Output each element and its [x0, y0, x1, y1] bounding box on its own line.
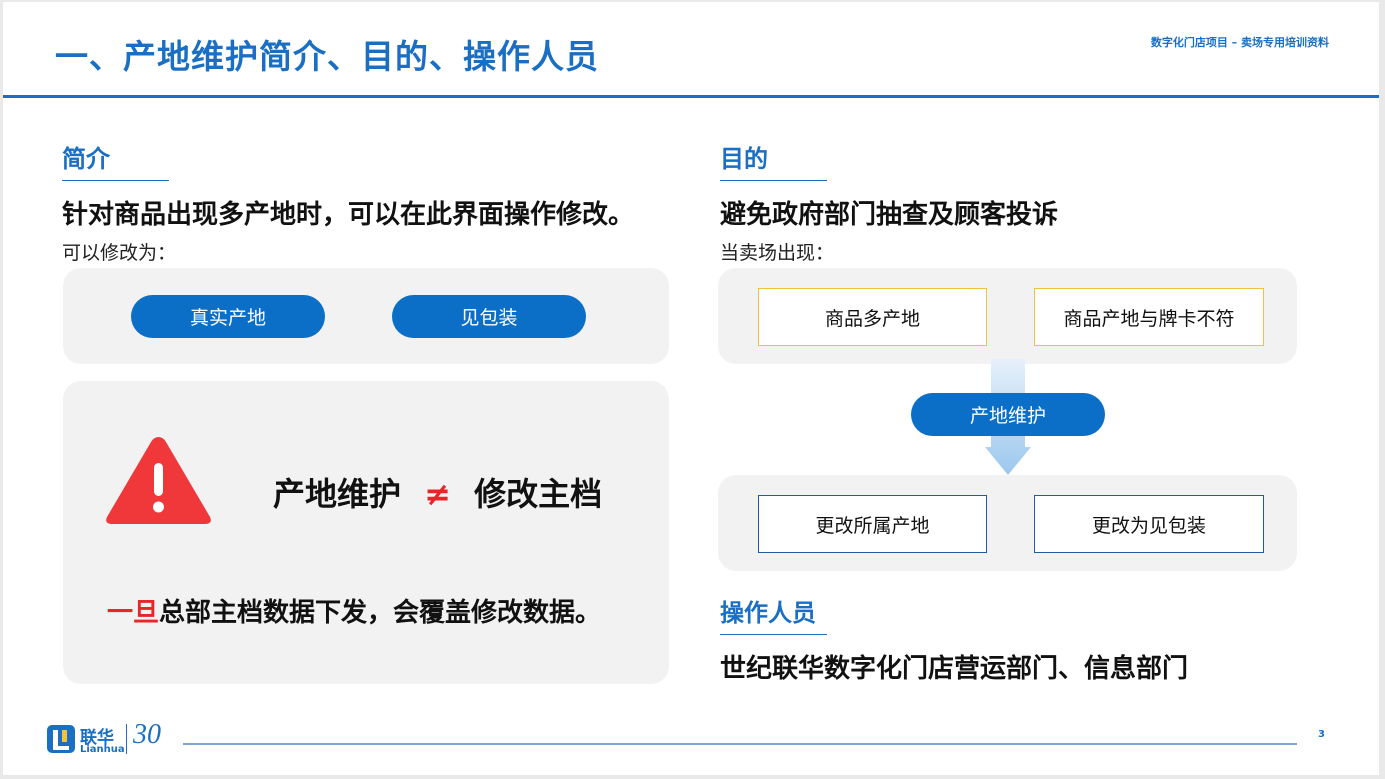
not-equal-symbol: ≠	[424, 475, 451, 513]
purpose-underline	[720, 180, 827, 181]
intro-heading: 简介	[62, 145, 110, 173]
warning-panel	[63, 381, 669, 684]
option-real-origin: 真实产地	[131, 295, 325, 338]
logo-en: Lianhua	[80, 744, 125, 755]
warning-right: 修改主档	[474, 475, 603, 513]
page-number: 3	[1318, 729, 1325, 740]
warning-statement: 产地维护 ≠ 修改主档	[273, 469, 602, 515]
logo-divider	[126, 724, 127, 754]
operators-heading: 操作人员	[720, 599, 816, 627]
purpose-sub: 当卖场出现：	[720, 242, 835, 264]
purpose-heading: 目的	[720, 145, 768, 173]
origin-maintenance-action: 产地维护	[911, 393, 1105, 436]
warning-note-rest: 总部主档数据下发，会覆盖修改数据。	[159, 598, 602, 628]
intro-underline	[62, 180, 169, 181]
header-divider	[3, 95, 1379, 98]
footer-line	[183, 743, 1297, 745]
operators-text: 世纪联华数字化门店营运部门、信息部门	[720, 654, 1189, 684]
operators-underline	[720, 634, 827, 635]
lianhua-logo-icon	[47, 725, 75, 753]
top-note: 数字化门店项目 – 卖场专用培训资料	[1150, 36, 1329, 49]
purpose-headline: 避免政府部门抽查及顾客投诉	[720, 200, 1059, 230]
warning-left: 产地维护	[273, 475, 402, 513]
warning-icon	[106, 437, 211, 524]
warning-note: 一旦总部主档数据下发，会覆盖修改数据。	[107, 592, 601, 629]
issue-origin-mismatch: 商品产地与牌卡不符	[1034, 288, 1264, 346]
warning-note-highlight: 一旦	[107, 598, 160, 628]
result-see-package: 更改为见包装	[1034, 495, 1264, 553]
intro-sub: 可以修改为：	[62, 242, 177, 264]
slide: 一、产地维护简介、目的、操作人员 数字化门店项目 – 卖场专用培训资料 简介 针…	[3, 2, 1379, 775]
result-change-origin: 更改所属产地	[758, 495, 987, 553]
option-see-package: 见包装	[392, 295, 586, 338]
page-title: 一、产地维护简介、目的、操作人员	[55, 37, 599, 76]
issue-multi-origin: 商品多产地	[758, 288, 987, 346]
anniversary-mark: 30	[133, 719, 161, 750]
intro-headline: 针对商品出现多产地时，可以在此界面操作修改。	[62, 200, 635, 230]
